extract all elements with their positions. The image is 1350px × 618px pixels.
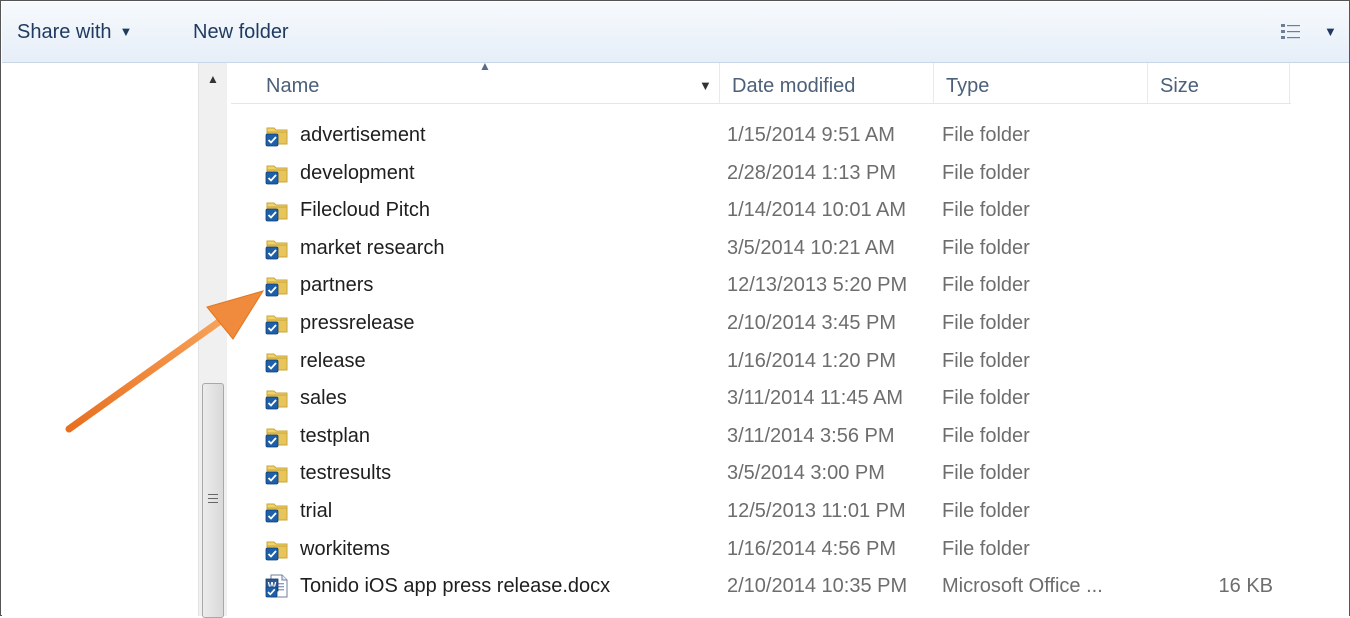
file-type: File folder: [942, 462, 1030, 485]
file-date-modified: 1/16/2014 1:20 PM: [727, 349, 897, 372]
file-name[interactable]: development: [300, 162, 415, 185]
file-row[interactable]: pressrelease 2/10/2014 3:45 PM File folder: [227, 305, 1327, 343]
file-date-modified: 1/15/2014 9:51 AM: [727, 124, 895, 146]
folder-sync-icon: [265, 198, 289, 222]
folder-sync-icon: [265, 349, 289, 373]
chevron-down-icon: ▼: [119, 24, 133, 39]
file-rows: advertisement 1/15/2014 9:51 AM File folde…: [227, 117, 1327, 606]
file-row[interactable]: market research 3/5/2014 10:21 AM File fol…: [227, 230, 1327, 268]
folder-sync-icon: [265, 161, 289, 185]
sort-ascending-icon: ▲: [479, 59, 491, 73]
file-date-modified: 3/5/2014 3:00 PM: [727, 462, 885, 485]
file-size: 16 KB: [1218, 575, 1273, 598]
file-name[interactable]: trial: [300, 500, 332, 523]
file-name[interactable]: market research: [300, 237, 445, 260]
folder-sync-icon: [265, 386, 289, 410]
file-date-modified: 2/10/2014 3:45 PM: [727, 311, 897, 334]
column-header-date-modified[interactable]: Date modified: [732, 75, 855, 98]
folder-sync-icon: [265, 424, 289, 448]
scrollbar-thumb[interactable]: [202, 383, 224, 618]
folder-sync-icon: [265, 311, 289, 335]
file-name[interactable]: workitems: [300, 538, 390, 561]
file-type: File folder: [942, 387, 1030, 410]
file-type: File folder: [942, 537, 1030, 560]
column-header-size[interactable]: Size: [1160, 75, 1199, 98]
file-name[interactable]: testresults: [300, 462, 391, 485]
column-divider[interactable]: [1289, 63, 1290, 103]
share-with-label: Share with: [17, 21, 112, 43]
file-row[interactable]: partners 12/13/2013 5:20 PM File folder: [227, 267, 1327, 305]
file-name[interactable]: advertisement: [300, 124, 426, 147]
vertical-scrollbar[interactable]: ▲: [198, 63, 228, 618]
file-row[interactable]: sales 3/11/2014 11:45 AM File folder: [227, 380, 1327, 418]
file-row[interactable]: W Tonido iOS app press release.docx 2/10/2…: [227, 568, 1327, 606]
folder-sync-icon: [265, 461, 289, 485]
file-date-modified: 2/28/2014 1:13 PM: [727, 161, 897, 184]
name-filter-dropdown-icon[interactable]: ▼: [699, 78, 712, 93]
file-type: File folder: [942, 124, 1030, 146]
file-type: Microsoft Office ...: [942, 575, 1103, 598]
command-bar: Share with ▼ New folder ▼: [2, 2, 1349, 63]
file-row[interactable]: trial 12/5/2013 11:01 PM File folder: [227, 493, 1327, 531]
file-date-modified: 12/13/2013 5:20 PM: [727, 274, 908, 297]
file-row[interactable]: advertisement 1/15/2014 9:51 AM File folde…: [227, 117, 1327, 155]
folder-sync-icon: [265, 236, 289, 260]
file-date-modified: 12/5/2013 11:01 PM: [727, 499, 906, 522]
file-type: File folder: [942, 311, 1030, 334]
folder-sync-icon: [265, 537, 289, 561]
scroll-up-arrow-icon[interactable]: ▲: [199, 67, 227, 91]
folder-sync-icon: [265, 123, 289, 147]
file-row[interactable]: development 2/28/2014 1:13 PM File folder: [227, 155, 1327, 193]
grip-icon: [208, 494, 218, 504]
file-type: File folder: [942, 236, 1030, 259]
file-date-modified: 2/10/2014 10:35 PM: [727, 575, 908, 598]
word-document-icon: W: [265, 574, 289, 598]
file-name[interactable]: sales: [300, 387, 347, 410]
file-type: File folder: [942, 499, 1030, 522]
column-divider[interactable]: [719, 63, 720, 103]
file-type: File folder: [942, 424, 1030, 447]
file-date-modified: 1/16/2014 4:56 PM: [727, 537, 897, 560]
file-type: File folder: [942, 161, 1030, 184]
file-name[interactable]: release: [300, 350, 366, 373]
file-row[interactable]: testplan 3/11/2014 3:56 PM File folder: [227, 418, 1327, 456]
navigation-pane: [2, 63, 198, 616]
explorer-window: Share with ▼ New folder ▼ ▲ ▲ Name ▼ Date…: [0, 0, 1350, 618]
column-header-type[interactable]: Type: [946, 75, 989, 98]
folder-sync-icon: [265, 499, 289, 523]
column-header-row: ▲ Name ▼ Date modified Type Size: [231, 59, 1291, 104]
column-divider[interactable]: [1147, 63, 1148, 103]
file-name[interactable]: partners: [300, 274, 373, 297]
new-folder-button[interactable]: New folder: [193, 21, 289, 44]
file-date-modified: 3/5/2014 10:21 AM: [727, 236, 895, 259]
file-list: ▲ Name ▼ Date modified Type Size adverti…: [227, 59, 1349, 616]
file-date-modified: 3/11/2014 11:45 AM: [727, 387, 904, 410]
file-type: File folder: [942, 199, 1030, 222]
view-options-dropdown-icon[interactable]: ▼: [1324, 24, 1337, 39]
file-date-modified: 1/14/2014 10:01 AM: [727, 199, 907, 222]
file-row[interactable]: Filecloud Pitch 1/14/2014 10:01 AM File fo…: [227, 192, 1327, 230]
file-row[interactable]: testresults 3/5/2014 3:00 PM File folder: [227, 455, 1327, 493]
file-name[interactable]: Filecloud Pitch: [300, 199, 430, 222]
file-type: File folder: [942, 274, 1030, 297]
details-view-icon[interactable]: [1280, 22, 1302, 42]
file-type: File folder: [942, 349, 1030, 372]
file-row[interactable]: workitems 1/16/2014 4:56 PM File folder: [227, 531, 1327, 569]
file-name[interactable]: Tonido iOS app press release.docx: [300, 575, 610, 598]
column-divider[interactable]: [933, 63, 934, 103]
file-date-modified: 3/11/2014 3:56 PM: [727, 424, 895, 447]
folder-sync-icon: [265, 273, 289, 297]
share-with-button[interactable]: Share with ▼: [17, 21, 132, 44]
file-row[interactable]: release 1/16/2014 1:20 PM File folder: [227, 343, 1327, 381]
file-name[interactable]: testplan: [300, 425, 370, 448]
file-name[interactable]: pressrelease: [300, 312, 415, 335]
column-header-name[interactable]: Name: [266, 75, 319, 98]
